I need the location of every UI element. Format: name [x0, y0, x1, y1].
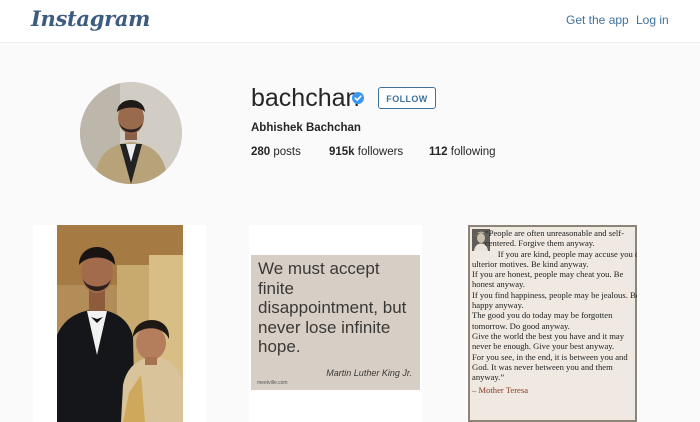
- posts-count-stat: 280 posts: [251, 146, 301, 158]
- log-in-link[interactable]: Log in: [636, 13, 669, 27]
- avatar-photo: [80, 82, 182, 184]
- get-the-app-link[interactable]: Get the app: [566, 13, 629, 27]
- profile-username: bachchan: [251, 84, 360, 112]
- posts-label: posts: [273, 146, 301, 158]
- quote-text: We must accept finite disappointment, bu…: [258, 259, 407, 356]
- followers-label: followers: [357, 146, 404, 158]
- followers-count: 915k: [329, 146, 355, 158]
- post-tile-photo[interactable]: [33, 225, 206, 422]
- following-count-stat[interactable]: 112 following: [429, 146, 496, 158]
- post-tile-quote[interactable]: We must accept finite disappointment, bu…: [249, 225, 422, 422]
- quote-text: “People are often unreasonable and self-…: [472, 228, 637, 383]
- following-label: following: [450, 146, 496, 158]
- quote-author: Martin Luther King Jr.: [326, 368, 412, 378]
- profile-avatar: [80, 82, 182, 184]
- verified-badge-icon: [352, 92, 364, 104]
- instagram-logo[interactable]: Instagram: [31, 6, 150, 31]
- post-tile-quote-teresa[interactable]: “People are often unreasonable and self-…: [466, 225, 639, 422]
- follow-button[interactable]: FOLLOW: [378, 87, 436, 109]
- quote-image: “People are often unreasonable and self-…: [468, 225, 637, 422]
- quote-image: We must accept finite disappointment, bu…: [251, 255, 420, 390]
- quote-source-site: meetville.com: [257, 380, 288, 386]
- profile-full-name: Abhishek Bachchan: [251, 122, 361, 134]
- posts-count: 280: [251, 146, 271, 158]
- post-photo: [57, 225, 183, 422]
- top-navigation-bar: Instagram Get the app Log in: [0, 0, 700, 43]
- following-count: 112: [429, 146, 448, 158]
- followers-count-stat[interactable]: 915k followers: [329, 146, 403, 158]
- quote-author: – Mother Teresa: [472, 385, 529, 395]
